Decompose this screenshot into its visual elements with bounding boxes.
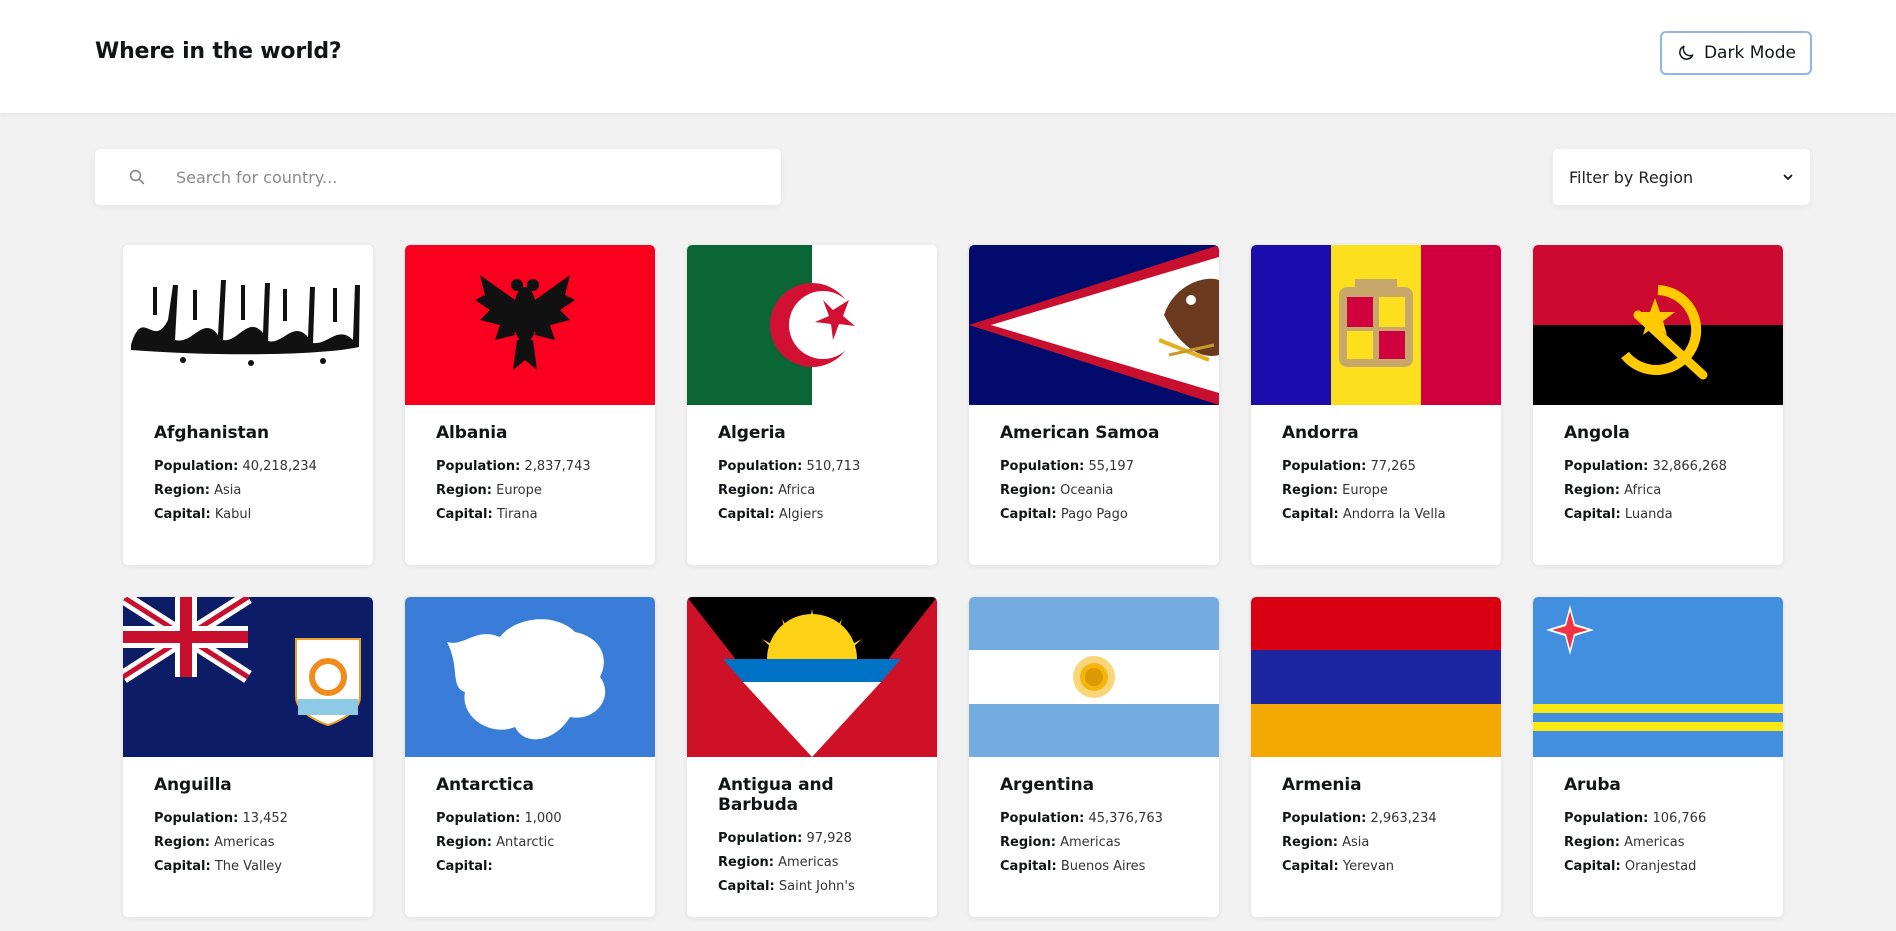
region-row: Region: Europe [436,483,542,498]
region-row: Region: Oceania [1000,483,1114,498]
country-name: Algeria [718,423,786,443]
capital-row: Capital: Andorra la Vella [1282,507,1446,522]
capital-row: Capital: Algiers [718,507,824,522]
region-row: Region: Antarctic [436,835,555,850]
region-row: Region: Africa [1564,483,1662,498]
capital-row: Capital: The Valley [154,859,282,874]
population-row: Population: 510,713 [718,459,861,474]
dark-mode-toggle[interactable]: Dark Mode [1660,31,1812,75]
search-icon [128,167,148,187]
country-card[interactable]: Aruba Population: 106,766 Region: Americ… [1533,597,1783,917]
population-row: Population: 77,265 [1282,459,1416,474]
flag-image [1251,245,1501,405]
population-row: Population: 97,928 [718,831,852,846]
country-name: Armenia [1282,775,1362,795]
capital-row: Capital: Luanda [1564,507,1673,522]
capital-row: Capital: Oranjestad [1564,859,1697,874]
country-card[interactable]: Andorra Population: 77,265 Region: Europ… [1251,245,1501,565]
country-card[interactable]: Armenia Population: 2,963,234 Region: As… [1251,597,1501,917]
region-row: Region: Americas [1000,835,1121,850]
country-name: Antigua and Barbuda [718,775,834,815]
region-row: Region: Americas [718,855,839,870]
country-grid: Afghanistan Population: 40,218,234 Regio… [123,245,1783,917]
capital-row: Capital: Buenos Aires [1000,859,1146,874]
capital-row: Capital: [436,859,493,874]
population-row: Population: 2,963,234 [1282,811,1437,826]
flag-image [1533,597,1783,757]
capital-row: Capital: Pago Pago [1000,507,1128,522]
site-header: Where in the world? Dark Mode [0,0,1896,113]
country-card[interactable]: Antarctica Population: 1,000 Region: Ant… [405,597,655,917]
country-card[interactable]: American Samoa Population: 55,197 Region… [969,245,1219,565]
country-name: Aruba [1564,775,1621,795]
country-card[interactable]: Anguilla Population: 13,452 Region: Amer… [123,597,373,917]
country-name: American Samoa [1000,423,1160,443]
region-filter-dropdown[interactable]: Filter by Region [1553,149,1810,205]
country-name: Albania [436,423,508,443]
flag-image [123,597,373,757]
chevron-down-icon [1782,171,1794,183]
country-name: Antarctica [436,775,534,795]
region-row: Region: Americas [1564,835,1685,850]
moon-icon [1676,43,1696,63]
flag-image [687,597,937,757]
population-row: Population: 32,866,268 [1564,459,1727,474]
search-box[interactable] [95,149,781,205]
country-card[interactable]: Antigua and Barbuda Population: 97,928 R… [687,597,937,917]
population-row: Population: 55,197 [1000,459,1134,474]
country-card[interactable]: Albania Population: 2,837,743 Region: Eu… [405,245,655,565]
country-card[interactable]: Afghanistan Population: 40,218,234 Regio… [123,245,373,565]
country-name: Andorra [1282,423,1359,443]
country-name: Afghanistan [154,423,269,443]
flag-image [969,597,1219,757]
region-row: Region: Asia [154,483,242,498]
capital-row: Capital: Saint John's [718,879,855,894]
capital-row: Capital: Tirana [436,507,538,522]
capital-row: Capital: Kabul [154,507,252,522]
population-row: Population: 1,000 [436,811,562,826]
country-name: Argentina [1000,775,1094,795]
region-row: Region: Americas [154,835,275,850]
population-row: Population: 45,376,763 [1000,811,1163,826]
flag-image [1533,245,1783,405]
region-row: Region: Europe [1282,483,1388,498]
flag-image [1251,597,1501,757]
population-row: Population: 2,837,743 [436,459,591,474]
flag-image [405,597,655,757]
country-card[interactable]: Angola Population: 32,866,268 Region: Af… [1533,245,1783,565]
region-filter-label: Filter by Region [1569,167,1694,187]
country-name: Anguilla [154,775,232,795]
flag-image [123,245,373,405]
population-row: Population: 13,452 [154,811,288,826]
region-row: Region: Africa [718,483,816,498]
flag-image [405,245,655,405]
search-input[interactable] [176,167,736,187]
dark-mode-label: Dark Mode [1703,43,1797,63]
country-card[interactable]: Algeria Population: 510,713 Region: Afri… [687,245,937,565]
site-title: Where in the world? [95,39,342,64]
flag-image [687,245,937,405]
population-row: Population: 40,218,234 [154,459,317,474]
country-card[interactable]: Argentina Population: 45,376,763 Region:… [969,597,1219,917]
flag-image [969,245,1219,405]
population-row: Population: 106,766 [1564,811,1707,826]
capital-row: Capital: Yerevan [1282,859,1395,874]
country-name: Angola [1564,423,1630,443]
region-row: Region: Asia [1282,835,1370,850]
